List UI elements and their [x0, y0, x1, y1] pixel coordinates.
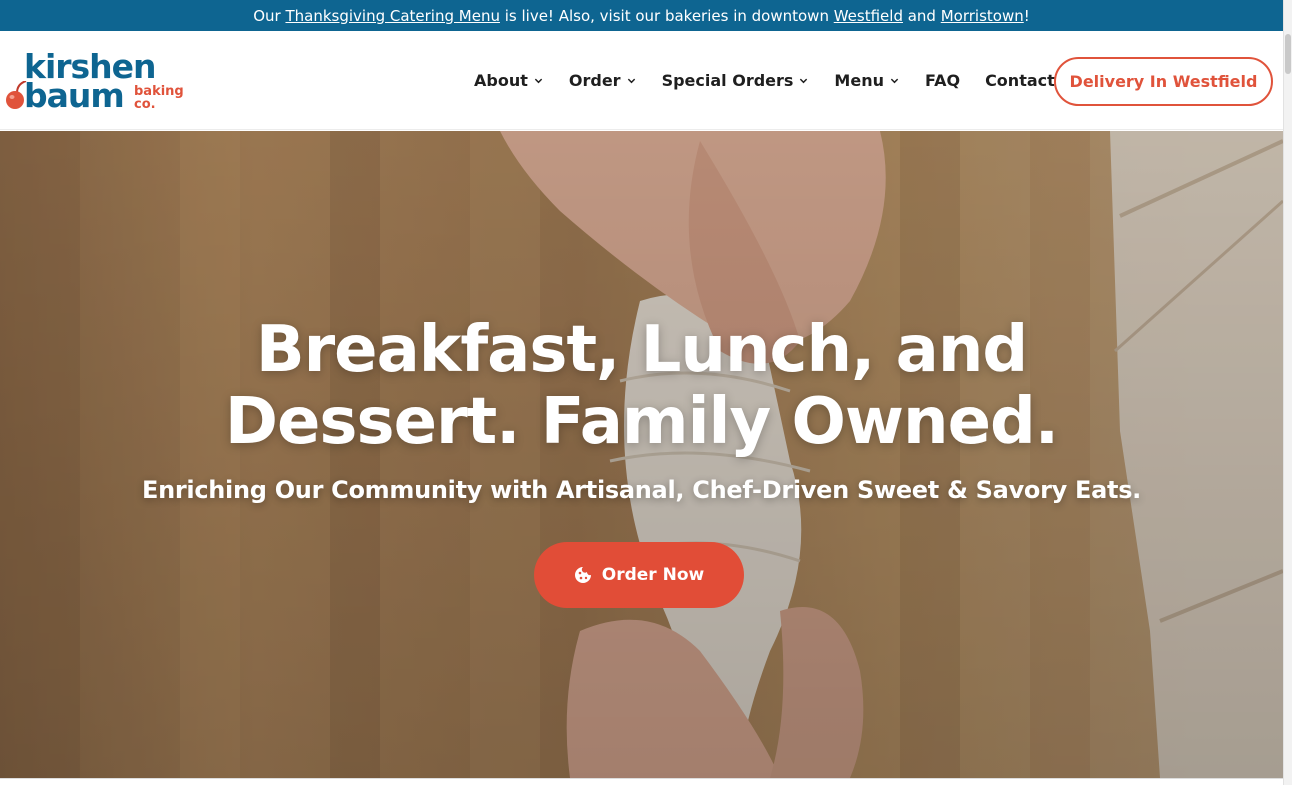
logo[interactable]: kirshen baum baking co.	[4, 49, 189, 115]
page-divider	[0, 778, 1283, 785]
westfield-link[interactable]: Westfield	[834, 7, 903, 25]
announcement-text-mid1: is live! Also, visit our bakeries in dow…	[499, 6, 834, 25]
nav-item-label: About	[474, 71, 528, 90]
scrollbar-thumb[interactable]	[1285, 34, 1291, 74]
order-now-button[interactable]: Order Now	[534, 542, 744, 608]
logo-word-co: co.	[134, 97, 156, 112]
scrollbar[interactable]	[1283, 0, 1292, 785]
nav-item-menu[interactable]: Menu	[834, 71, 899, 90]
main-nav: About Order Special Orders Menu FAQ Cont…	[474, 31, 1096, 130]
nav-item-label: Menu	[834, 71, 884, 90]
thanksgiving-catering-menu-link[interactable]: Thanksgiving Catering Menu	[285, 7, 500, 25]
hero-title-line-2: Dessert. Family Owned.	[224, 385, 1059, 459]
chevron-down-icon	[800, 78, 808, 84]
hero-title: Breakfast, Lunch, and Dessert. Family Ow…	[0, 314, 1283, 458]
announcement-text-mid2: and	[902, 6, 941, 25]
nav-item-label: Special Orders	[661, 71, 794, 90]
hero-section: Breakfast, Lunch, and Dessert. Family Ow…	[0, 131, 1283, 778]
chevron-down-icon	[627, 78, 635, 84]
logo-word-baum: baum	[24, 76, 125, 115]
site-header: kirshen baum baking co. About Order Spec…	[0, 31, 1283, 130]
chevron-down-icon	[890, 78, 899, 84]
nav-item-special-orders[interactable]: Special Orders	[662, 71, 809, 90]
hero-title-line-1: Breakfast, Lunch, and	[255, 313, 1028, 387]
delivery-in-westfield-button[interactable]: Delivery In Westfield	[1054, 57, 1273, 106]
order-now-label: Order Now	[601, 565, 705, 585]
nav-item-label: FAQ	[924, 71, 961, 90]
announcement-text-post: !	[1023, 6, 1030, 25]
nav-item-faq[interactable]: FAQ	[925, 71, 960, 90]
nav-item-label: Order	[568, 71, 621, 90]
nav-item-label: Contact	[985, 71, 1055, 90]
cookie-icon	[574, 567, 591, 583]
chevron-down-icon	[534, 78, 543, 84]
logo-word-baking-co: baking co.	[134, 85, 194, 111]
morristown-link[interactable]: Morristown	[941, 7, 1024, 25]
announcement-text-pre: Our	[253, 6, 286, 25]
announcement-bar: Our Thanksgiving Catering Menu is live! …	[0, 0, 1283, 31]
nav-item-about[interactable]: About	[474, 71, 543, 90]
nav-item-order[interactable]: Order	[569, 71, 636, 90]
hero-subtitle: Enriching Our Community with Artisanal, …	[142, 476, 1141, 504]
